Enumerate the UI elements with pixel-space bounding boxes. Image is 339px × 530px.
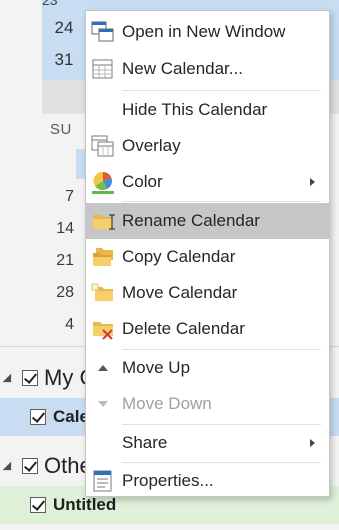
week-start-24[interactable]: 24 <box>42 11 86 45</box>
menu-item-label: Hide This Calendar <box>122 100 268 119</box>
menu-item-label: Move Up <box>122 358 191 377</box>
menu-separator <box>122 201 321 202</box>
calendar-checkbox[interactable] <box>30 409 46 425</box>
menu-item-label: Color <box>122 172 163 191</box>
menu-item-open-in-new-window[interactable]: Open in New Window <box>86 14 329 50</box>
color-wheel-icon <box>91 170 115 194</box>
submenu-arrow-icon <box>310 178 315 186</box>
week-start-31[interactable]: 31 <box>42 43 86 77</box>
properties-icon <box>91 469 115 493</box>
day-number-14[interactable]: 14 <box>48 220 74 238</box>
group-checkbox[interactable] <box>22 458 38 474</box>
menu-item-color[interactable]: Color <box>86 164 329 200</box>
menu-item-label: Open in New Window <box>122 22 286 41</box>
expand-collapse-icon[interactable] <box>4 461 14 471</box>
day-number-21[interactable]: 21 <box>48 252 74 270</box>
menu-item-label: Copy Calendar <box>122 247 236 266</box>
text-cursor-icon <box>109 214 115 230</box>
calendar-grid-icon <box>91 57 115 81</box>
menu-item-move-up[interactable]: Move Up <box>86 350 329 386</box>
menu-item-copy-calendar[interactable]: Copy Calendar <box>86 239 329 275</box>
submenu-arrow-icon <box>310 439 315 447</box>
partial-week-row: 17 18 19 20 21 22 23 <box>42 0 58 8</box>
menu-item-delete-calendar[interactable]: Delete Calendar <box>86 311 329 347</box>
menu-item-hide-this-calendar[interactable]: Hide This Calendar <box>86 92 329 128</box>
menu-item-label: Move Down <box>122 394 212 413</box>
triangle-down-icon <box>91 392 115 416</box>
calendar-checkbox[interactable] <box>30 497 46 513</box>
overlay-icon <box>91 134 115 158</box>
menu-item-properties[interactable]: Properties... <box>86 463 329 499</box>
menu-item-label: Share <box>122 433 168 452</box>
triangle-up-icon <box>91 356 115 380</box>
new-window-icon <box>91 20 115 44</box>
menu-item-rename-calendar[interactable]: Rename Calendar <box>86 203 329 239</box>
menu-item-label: Properties... <box>122 471 214 490</box>
day-number-4[interactable]: 4 <box>48 316 74 334</box>
day-number-7[interactable]: 7 <box>48 188 74 206</box>
day-of-week-sunday: SU <box>50 121 72 138</box>
day-number-28[interactable]: 28 <box>48 284 74 302</box>
folder-delete-icon <box>91 317 115 341</box>
expand-collapse-icon[interactable] <box>4 373 14 383</box>
menu-item-label: New Calendar... <box>122 59 243 78</box>
menu-item-label: Delete Calendar <box>122 319 245 338</box>
group-checkbox[interactable] <box>22 370 38 386</box>
menu-item-label: Overlay <box>122 136 181 155</box>
menu-separator <box>122 90 321 91</box>
menu-item-share[interactable]: Share <box>86 425 329 461</box>
menu-item-overlay[interactable]: Overlay <box>86 128 329 164</box>
menu-item-label: Rename Calendar <box>122 211 260 230</box>
outlook-calendar-pane: 17 18 19 20 21 22 23 24 31 SU 7 14 21 28… <box>0 0 339 530</box>
menu-item-label: Move Calendar <box>122 283 238 302</box>
calendar-name: Cale <box>53 407 89 426</box>
folder-move-icon <box>91 281 115 305</box>
folder-copy-icon <box>91 245 115 269</box>
menu-item-move-calendar[interactable]: Move Calendar <box>86 275 329 311</box>
menu-item-new-calendar[interactable]: New Calendar... <box>86 51 329 87</box>
menu-item-move-down[interactable]: Move Down <box>86 386 329 422</box>
calendar-context-menu: Open in New Window New Calendar... Hide … <box>85 10 330 497</box>
